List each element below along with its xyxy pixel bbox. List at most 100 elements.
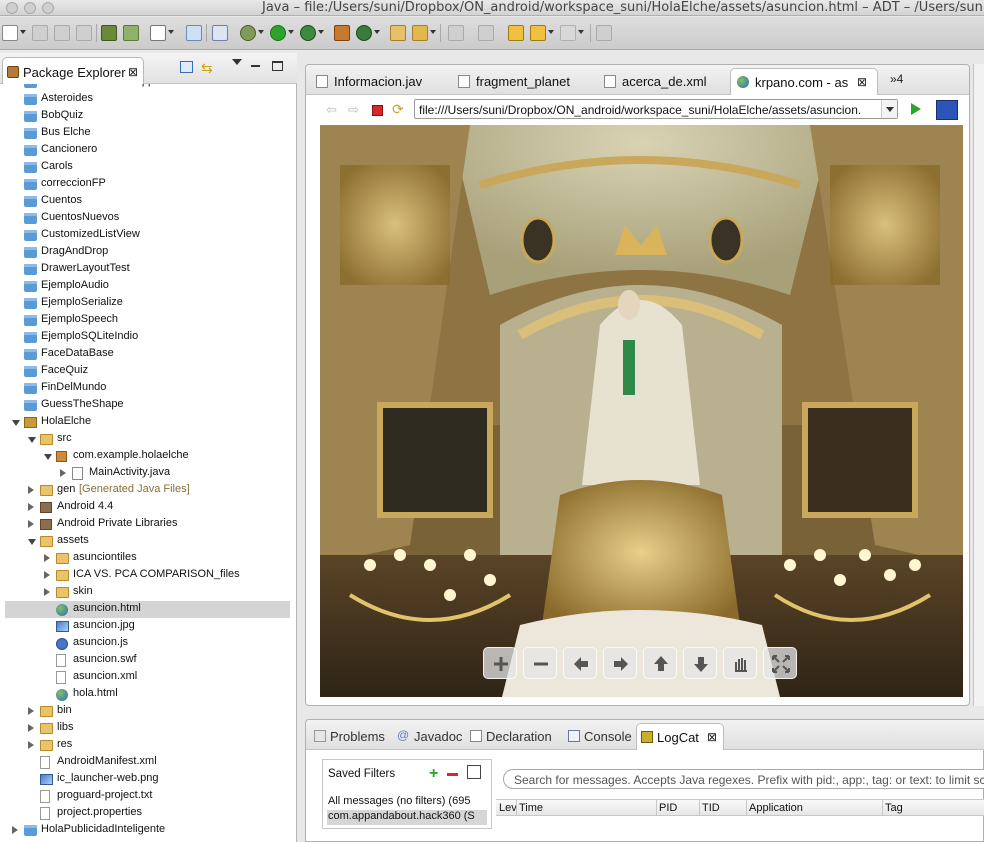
new-icon[interactable]: [2, 25, 18, 41]
filter-app-hack360[interactable]: com.appandabout.hack360 (S: [327, 810, 487, 825]
column-time[interactable]: Time: [516, 802, 543, 814]
more-tabs-button[interactable]: »4: [890, 72, 903, 86]
tree-item[interactable]: Asteroides: [0, 91, 296, 108]
column-level[interactable]: Lev: [496, 802, 517, 814]
print-icon[interactable]: [76, 25, 92, 41]
pan-up-button[interactable]: [643, 647, 677, 679]
tree-item[interactable]: Carols: [0, 159, 296, 176]
collapsed-triangle-icon[interactable]: [28, 520, 34, 528]
back-icon[interactable]: [530, 25, 546, 41]
tab-package-explorer[interactable]: Package Explorer ⊠: [2, 57, 144, 84]
tree-item[interactable]: assets: [0, 533, 296, 550]
tree-item[interactable]: CustomizedListView: [0, 227, 296, 244]
zoom-in-button[interactable]: [483, 647, 517, 679]
android-sdk-manager-icon[interactable]: [101, 25, 117, 41]
filter-all-messages[interactable]: All messages (no filters) (695: [327, 795, 487, 810]
tree-item[interactable]: EjemploAudio: [0, 278, 296, 295]
tab-declaration[interactable]: Declaration: [466, 723, 560, 750]
chevron-down-icon[interactable]: [288, 30, 294, 34]
next-annotation-icon[interactable]: [448, 25, 464, 41]
tab-problems[interactable]: Problems: [310, 723, 392, 750]
fullscreen-button[interactable]: [763, 647, 797, 679]
pan-down-button[interactable]: [683, 647, 717, 679]
external-tools-icon[interactable]: [300, 25, 316, 41]
tree-item[interactable]: CuentosNuevos: [0, 210, 296, 227]
tree-item[interactable]: FinDelMundo: [0, 380, 296, 397]
panorama-view[interactable]: [320, 125, 963, 697]
tab-logcat[interactable]: LogCat ⊠: [636, 723, 724, 750]
tree-item[interactable]: Cuentos: [0, 193, 296, 210]
close-icon[interactable]: ⊠: [128, 65, 138, 79]
tree-item[interactable]: EjemploSpeech: [0, 312, 296, 329]
tree-item[interactable]: DragAndDrop: [0, 244, 296, 261]
back-icon[interactable]: ⇦: [326, 102, 337, 118]
chevron-down-icon[interactable]: [168, 30, 174, 34]
edit-filter-icon[interactable]: [467, 765, 481, 779]
search-icon[interactable]: [412, 25, 428, 41]
tree-item[interactable]: src: [0, 431, 296, 448]
run-icon[interactable]: [270, 25, 286, 41]
tree-item[interactable]: ICA VS. PCA COMPARISON_files: [0, 567, 296, 584]
tree-item[interactable]: FaceQuiz: [0, 363, 296, 380]
chevron-down-icon[interactable]: [318, 30, 324, 34]
collapsed-triangle-icon[interactable]: [28, 707, 34, 715]
tree-item[interactable]: libs: [0, 720, 296, 737]
zoom-out-button[interactable]: [523, 647, 557, 679]
remove-filter-icon[interactable]: [447, 773, 458, 776]
close-icon[interactable]: ⊠: [857, 75, 867, 89]
pin-editor-icon[interactable]: [596, 25, 612, 41]
tree-item[interactable]: Cancionero: [0, 142, 296, 159]
new-android-project-icon[interactable]: [186, 25, 202, 41]
tab-krpano[interactable]: krpano.com - as ⊠: [730, 68, 878, 95]
collapsed-triangle-icon[interactable]: [28, 503, 34, 511]
close-icon[interactable]: ⊠: [707, 730, 717, 744]
tree-item[interactable]: EjemploSerialize: [0, 295, 296, 312]
minimize-icon[interactable]: [251, 65, 260, 67]
tree-item[interactable]: HolaElche: [0, 414, 296, 431]
collapse-all-icon[interactable]: [180, 61, 193, 73]
chevron-down-icon[interactable]: [374, 30, 380, 34]
open-type-icon[interactable]: [390, 25, 406, 41]
tree-item[interactable]: asuncion.swf: [0, 652, 296, 669]
collapsed-triangle-icon[interactable]: [44, 571, 50, 579]
debug-icon[interactable]: [240, 25, 256, 41]
log-search-input[interactable]: Search for messages. Accepts Java regexe…: [503, 769, 984, 789]
tree-item[interactable]: EjemploSQLiteIndio: [0, 329, 296, 346]
save-icon[interactable]: [32, 25, 48, 41]
drag-mode-button[interactable]: [723, 647, 757, 679]
last-edit-location-icon[interactable]: [508, 25, 524, 41]
forward-icon[interactable]: ⇨: [348, 102, 359, 118]
previous-annotation-icon[interactable]: [478, 25, 494, 41]
tree-item[interactable]: asuncion.html: [5, 601, 290, 618]
url-history-dropdown[interactable]: [881, 100, 897, 118]
collapsed-triangle-icon[interactable]: [60, 469, 66, 477]
tab-console[interactable]: Console: [564, 723, 638, 750]
tree-item[interactable]: Android Private Libraries: [0, 516, 296, 533]
expanded-triangle-icon[interactable]: [12, 420, 20, 426]
lint-check-icon[interactable]: [150, 25, 166, 41]
tree-item[interactable]: AndroidK33ReaderApplication: [0, 84, 296, 91]
expanded-triangle-icon[interactable]: [44, 454, 52, 460]
close-window-button[interactable]: [6, 2, 18, 14]
stop-icon[interactable]: [372, 105, 383, 116]
tree-item[interactable]: ic_launcher-web.png: [0, 771, 296, 788]
tree-item[interactable]: gen [Generated Java Files]: [0, 482, 296, 499]
maximize-icon[interactable]: [272, 61, 283, 71]
tree-item[interactable]: AndroidManifest.xml: [0, 754, 296, 771]
tree-item[interactable]: GuessTheShape: [0, 397, 296, 414]
zoom-window-button[interactable]: [42, 2, 54, 14]
new-java-class-icon[interactable]: [356, 25, 372, 41]
chevron-down-icon[interactable]: [430, 30, 436, 34]
link-with-editor-icon[interactable]: ⇆: [201, 60, 213, 77]
collapsed-triangle-icon[interactable]: [44, 554, 50, 562]
tree-item[interactable]: DrawerLayoutTest: [0, 261, 296, 278]
forward-icon[interactable]: [560, 25, 576, 41]
tree-item[interactable]: HolaPublicidadInteligente: [0, 822, 296, 836]
tree-item[interactable]: skin: [0, 584, 296, 601]
tree-item[interactable]: MainActivity.java: [0, 465, 296, 482]
tree-item[interactable]: com.example.holaelche: [0, 448, 296, 465]
column-tid[interactable]: TID: [699, 802, 720, 814]
refresh-icon[interactable]: ⟳: [392, 101, 404, 118]
tab-informacion-java[interactable]: Informacion.jav: [310, 68, 450, 95]
tree-item[interactable]: Android 4.4: [0, 499, 296, 516]
